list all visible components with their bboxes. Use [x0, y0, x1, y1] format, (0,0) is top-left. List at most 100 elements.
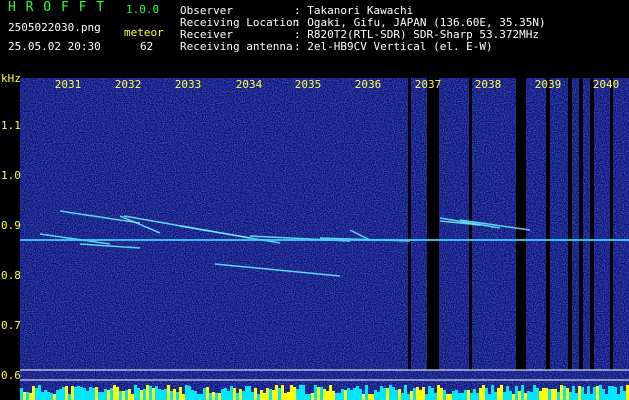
level-bar [71, 386, 74, 400]
level-bar [506, 386, 509, 400]
level-bar [161, 390, 164, 400]
level-bar [362, 394, 365, 400]
level-bar [476, 393, 479, 400]
level-bar [578, 386, 581, 400]
level-bar [317, 387, 320, 400]
level-bar [575, 393, 578, 400]
level-bar [41, 392, 44, 400]
level-bar [377, 392, 380, 400]
level-bar [305, 394, 308, 400]
level-bar [371, 394, 374, 400]
level-bar [242, 391, 245, 400]
level-bar [497, 388, 500, 400]
level-bar [158, 389, 161, 400]
x-tick-label: 2038 [474, 78, 502, 91]
level-bar [407, 394, 410, 400]
level-bar [110, 388, 113, 400]
level-bar [455, 390, 458, 400]
level-bar [122, 391, 125, 400]
level-bar [347, 388, 350, 400]
level-bar [524, 393, 527, 400]
y-tick-label: 1.0 [1, 169, 21, 182]
level-bar [266, 388, 269, 400]
level-bar [599, 385, 602, 400]
level-bar [29, 393, 32, 400]
signal-gap [516, 78, 526, 370]
datetime: 25.05.02 20:30 [8, 40, 101, 53]
level-bar [287, 392, 290, 400]
level-bar [47, 392, 50, 400]
antenna-value: : 2el-HB9CV Vertical (el. E-W) [294, 40, 493, 53]
level-bar [560, 385, 563, 400]
level-bar [617, 394, 620, 400]
level-bar [38, 385, 41, 400]
level-bar [308, 394, 311, 400]
filename: 2505022030.png [8, 21, 101, 34]
level-bar [323, 389, 326, 400]
level-bar [221, 389, 224, 400]
level-bar [386, 388, 389, 400]
x-tick-label: 2035 [294, 78, 322, 91]
level-bar [236, 393, 239, 400]
level-bar [272, 390, 275, 400]
level-bar [365, 385, 368, 400]
level-bar [191, 390, 194, 400]
level-bar [86, 391, 89, 400]
level-bar [443, 390, 446, 400]
level-bar [383, 388, 386, 400]
meteor-label: meteor [124, 26, 164, 39]
level-bar [164, 389, 167, 400]
level-bar [176, 392, 179, 400]
level-bar [53, 394, 56, 400]
y-tick-label: 1.1 [1, 119, 21, 132]
signal-gap [568, 78, 572, 370]
level-bar [77, 386, 80, 400]
level-bar [419, 390, 422, 400]
level-bar [446, 394, 449, 400]
level-bar [545, 388, 548, 400]
level-bar [257, 394, 260, 400]
level-bar [602, 389, 605, 400]
level-bar [197, 394, 200, 400]
hrofft-window: H R O F F T 1.0.0 2505022030.png meteor … [0, 0, 629, 400]
signal-gap [546, 78, 550, 370]
level-bar [173, 389, 176, 400]
y-tick-label: 0.6 [1, 369, 21, 382]
level-bar [572, 386, 575, 400]
y-tick-label: 0.8 [1, 269, 21, 282]
level-bar [413, 388, 416, 400]
level-bar [395, 390, 398, 400]
level-bar [440, 388, 443, 400]
x-tick-label: 2032 [114, 78, 142, 91]
level-bar [200, 394, 203, 400]
level-bar [212, 392, 215, 400]
level-bar [614, 387, 617, 400]
level-bar [140, 390, 143, 400]
level-bar [494, 392, 497, 400]
signal-gap [610, 78, 613, 370]
level-bar [248, 386, 251, 400]
level-bar [299, 385, 302, 400]
level-bar [131, 394, 134, 400]
level-bar [314, 385, 317, 400]
level-bar [83, 388, 86, 400]
level-bar [23, 392, 26, 400]
level-bar [80, 387, 83, 400]
level-bar [596, 386, 599, 400]
level-bar [209, 393, 212, 400]
level-bar [374, 390, 377, 400]
level-bar [332, 391, 335, 400]
level-bar [95, 387, 98, 400]
level-bar [392, 387, 395, 400]
level-bar [269, 389, 272, 400]
level-bar [182, 394, 185, 400]
level-bar [449, 394, 452, 400]
level-bar [485, 388, 488, 400]
level-bar [62, 387, 65, 400]
level-bar [194, 391, 197, 400]
level-bar [608, 386, 611, 400]
level-bar [428, 386, 431, 400]
level-bar [104, 389, 107, 400]
level-bar [296, 389, 299, 400]
level-bar [536, 388, 539, 400]
